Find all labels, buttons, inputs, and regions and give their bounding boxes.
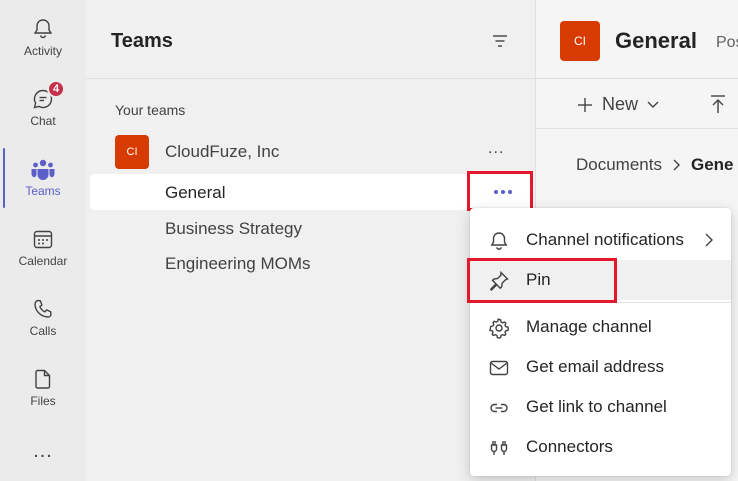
mail-icon	[488, 357, 510, 379]
gear-icon	[488, 317, 510, 339]
calendar-icon	[30, 226, 56, 252]
upload-icon[interactable]	[709, 94, 727, 119]
menu-item-label: Connectors	[526, 437, 613, 456]
menu-item-label: Get email address	[526, 357, 664, 376]
rail-activity-label: Activity	[23, 44, 62, 58]
filter-icon[interactable]	[490, 31, 510, 51]
chevron-right-icon	[673, 159, 680, 171]
menu-item-channel-notifications[interactable]: Channel notifications	[470, 220, 731, 260]
connectors-icon	[488, 437, 510, 459]
channel-header-title: General	[615, 28, 697, 53]
link-icon	[488, 397, 510, 419]
menu-item-label: Manage channel	[526, 317, 652, 336]
chat-icon: 4	[30, 80, 65, 112]
new-button[interactable]: New	[576, 94, 660, 115]
channel-name: General	[165, 183, 226, 202]
toolbar-divider	[536, 128, 738, 129]
bell-icon	[30, 16, 56, 42]
breadcrumb-current: Gene	[690, 155, 734, 174]
annotation-highlight-pin	[467, 258, 617, 303]
menu-item-connectors[interactable]: Connectors	[470, 427, 731, 467]
team-avatar: CI	[115, 135, 149, 169]
team-more-options[interactable]: ...	[488, 140, 504, 158]
menu-item-manage-channel[interactable]: Manage channel	[470, 307, 731, 347]
header-divider	[536, 78, 738, 79]
rail-teams[interactable]: Teams	[0, 144, 86, 206]
channel-row-general[interactable]: General	[90, 174, 530, 210]
rail-calendar-label: Calendar	[18, 254, 68, 268]
channel-name: Engineering MOMs	[165, 254, 311, 273]
your-teams-label: Your teams	[115, 102, 186, 118]
rail-teams-label: Teams	[25, 184, 61, 198]
app-rail: Activity 4 Chat Teams Calendar Calls Fil…	[0, 0, 86, 481]
rail-more-button[interactable]: ...	[0, 440, 86, 463]
team-row-cloudfuze[interactable]: CI CloudFuze, Inc ...	[90, 132, 530, 170]
chat-badge: 4	[47, 80, 65, 98]
breadcrumb-documents[interactable]: Documents	[576, 155, 662, 175]
tab-posts[interactable]: Pos	[716, 34, 738, 52]
breadcrumb: Documents Gene	[576, 155, 734, 175]
panel-divider	[86, 78, 536, 79]
phone-icon	[30, 296, 56, 322]
team-name: CloudFuze, Inc	[165, 142, 280, 161]
panel-title: Teams	[111, 30, 173, 52]
rail-chat[interactable]: 4 Chat	[0, 74, 86, 136]
channel-context-menu: Channel notifications Pin Manage channel…	[470, 208, 731, 476]
rail-calls-label: Calls	[29, 324, 57, 338]
plus-icon	[578, 97, 592, 112]
rail-calls[interactable]: Calls	[0, 284, 86, 346]
channel-header-avatar: CI	[560, 21, 600, 61]
channel-row-engineering-moms[interactable]: Engineering MOMs	[90, 245, 530, 281]
menu-item-label: Get link to channel	[526, 397, 667, 416]
rail-calendar[interactable]: Calendar	[0, 214, 86, 276]
rail-chat-label: Chat	[30, 114, 56, 128]
menu-item-label: Channel notifications	[526, 230, 684, 249]
teams-icon	[30, 156, 56, 182]
bell-icon	[488, 230, 510, 252]
chevron-down-icon	[647, 101, 659, 108]
rail-files-label: Files	[30, 394, 56, 408]
channel-row-business-strategy[interactable]: Business Strategy	[90, 210, 530, 246]
menu-item-get-email-address[interactable]: Get email address	[470, 347, 731, 387]
channel-name: Business Strategy	[165, 219, 303, 238]
file-icon	[30, 366, 56, 392]
rail-files[interactable]: Files	[0, 354, 86, 416]
chevron-right-icon	[704, 232, 714, 253]
annotation-highlight-more	[467, 171, 533, 211]
new-button-label: New	[602, 94, 639, 114]
menu-item-get-link-to-channel[interactable]: Get link to channel	[470, 387, 731, 427]
rail-activity[interactable]: Activity	[0, 4, 86, 66]
teams-panel: Teams Your teams CI CloudFuze, Inc ... G…	[86, 0, 536, 481]
